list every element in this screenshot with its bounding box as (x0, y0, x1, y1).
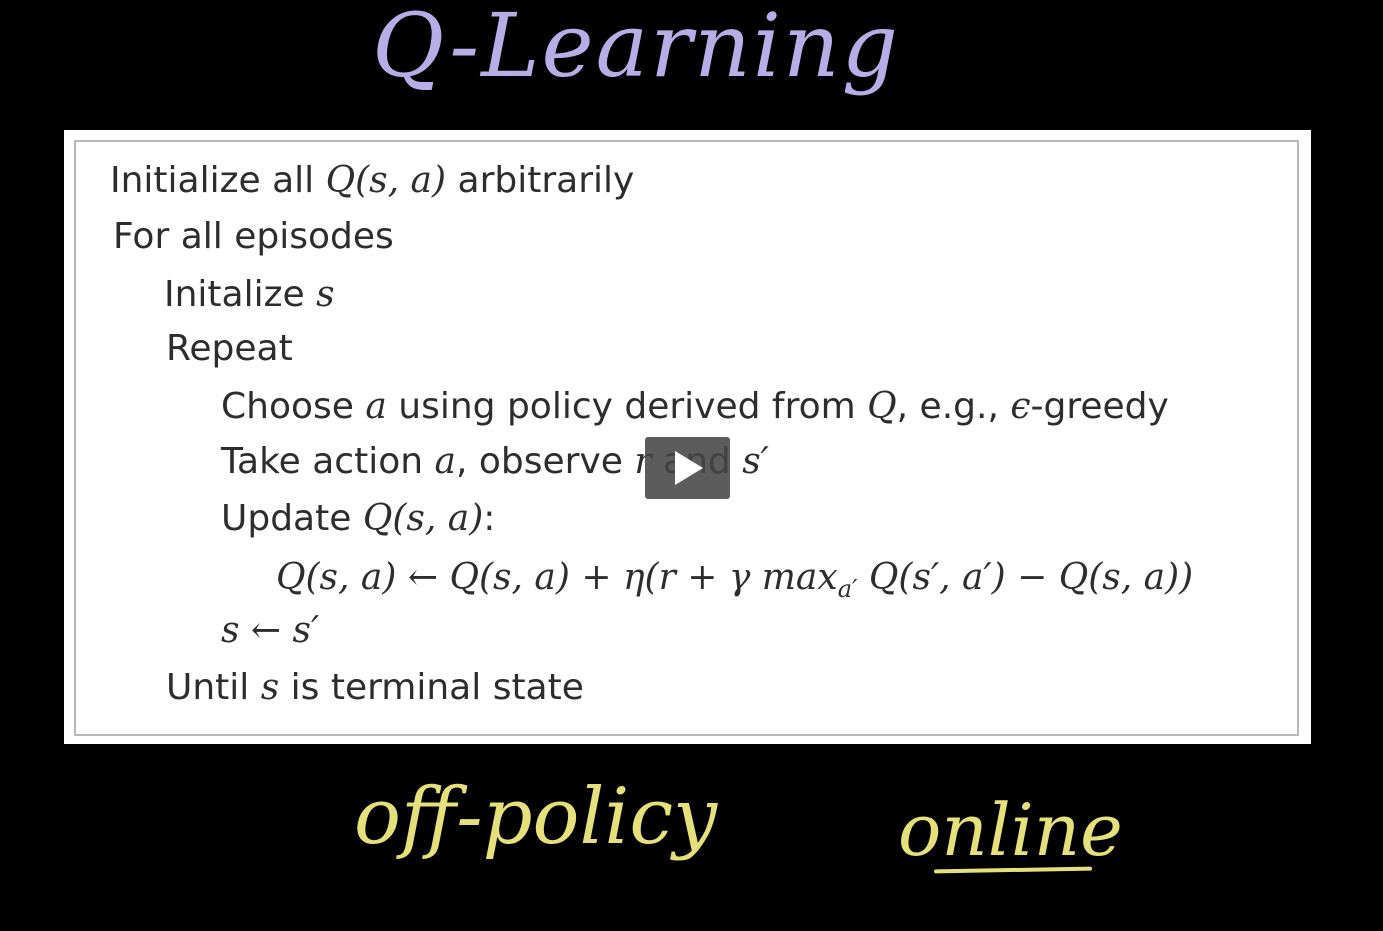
algo-line-init-s: Initalize s (164, 274, 335, 315)
handwritten-title: Q-Learning (372, 0, 900, 97)
handwritten-online: online (898, 788, 1123, 872)
video-frame[interactable]: Q-Learning Initialize all Q(s, a) arbitr… (0, 0, 1383, 931)
algo-line-initialize: Initialize all Q(s, a) arbitrarily (110, 160, 635, 201)
handwritten-off-policy: off-policy (354, 772, 718, 862)
algo-line-choose: Choose a using policy derived from Q, e.… (221, 386, 1169, 427)
algo-line-q-update-equation: Q(s, a) ← Q(s, a) + η(r + γ maxa′ Q(s′, … (276, 557, 1194, 604)
play-button[interactable] (645, 437, 730, 499)
algo-line-until: Until s is terminal state (166, 667, 584, 708)
algo-line-update: Update Q(s, a): (221, 498, 496, 539)
algo-line-repeat: Repeat (166, 328, 293, 369)
algo-line-state-update: s ← s′ (221, 610, 320, 651)
algo-line-for-all-episodes: For all episodes (113, 216, 394, 257)
play-icon (675, 451, 703, 485)
